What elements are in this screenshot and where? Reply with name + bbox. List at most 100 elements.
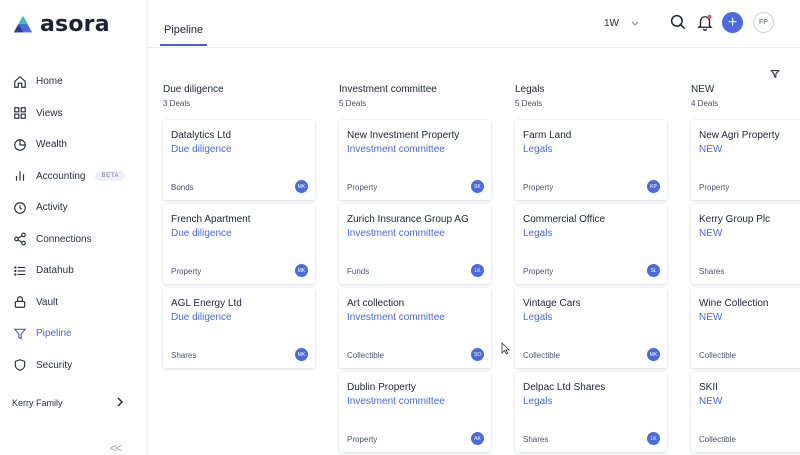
deal-type: Shares (523, 435, 549, 444)
deal-type: Collectible (699, 351, 736, 360)
deal-type: Property (171, 267, 202, 276)
notifications-button[interactable] (695, 12, 715, 32)
add-button[interactable]: + (722, 12, 743, 33)
sidebar-item-security[interactable]: Security (0, 350, 148, 382)
mouse-cursor-icon (501, 342, 510, 355)
deal-stage: Legals (523, 144, 553, 155)
sidebar-item-activity[interactable]: Activity (0, 192, 148, 224)
sidebar-nav: Home Views Wealth Accounting BETA Activi… (0, 66, 148, 381)
deal-name: AGL Energy Ltd (171, 298, 242, 309)
family-selector[interactable]: Kerry Family (12, 397, 124, 409)
deal-name: New Investment Property (347, 130, 460, 141)
deal-card[interactable]: New Investment Property Investment commi… (339, 120, 491, 200)
deal-type: Collectible (699, 435, 736, 444)
tab-pipeline[interactable]: Pipeline (160, 14, 208, 46)
pipeline-column-due-diligence: Due diligence 3 Deals Datalytics Ltd Due… (148, 84, 315, 368)
column-count: 4 Deals (691, 99, 719, 108)
bar-chart-icon (13, 169, 27, 183)
deal-name: French Apartment (171, 214, 251, 225)
filter-button[interactable] (770, 66, 780, 84)
filter-icon (770, 70, 780, 79)
user-avatar[interactable]: FP (753, 12, 774, 33)
deal-stage: Legals (523, 312, 553, 323)
sidebar-item-accounting[interactable]: Accounting BETA (0, 161, 148, 193)
grid-icon (13, 106, 27, 120)
pipeline-column-investment-committee: Investment committee 5 Deals New Investm… (324, 84, 491, 452)
deal-name: Wine Collection (699, 298, 769, 309)
period-value: 1W (604, 18, 619, 29)
deal-name: Delpac Ltd Shares (523, 382, 606, 393)
sidebar-item-pipeline[interactable]: Pipeline (0, 318, 148, 350)
owner-avatar: MK (295, 348, 308, 361)
deal-card[interactable]: Farm Land Legals Property KP (515, 120, 667, 200)
sidebar-item-home[interactable]: Home (0, 66, 148, 98)
deal-name: Kerry Group Plc (699, 214, 771, 225)
deal-stage: Due diligence (171, 228, 232, 239)
deal-card[interactable]: Dublin Property Investment committee Pro… (339, 372, 491, 452)
column-title: Investment committee (339, 84, 437, 95)
sidebar-item-vault[interactable]: Vault (0, 287, 148, 319)
pipeline-column-new: NEW 4 Deals New Agri Property NEW Proper… (676, 84, 800, 452)
sidebar-item-views[interactable]: Views (0, 98, 148, 130)
owner-avatar: AK (471, 432, 484, 445)
sidebar-item-label: Datahub (36, 265, 74, 277)
owner-avatar: KP (647, 180, 660, 193)
deal-name: SKII (699, 382, 718, 393)
deal-card[interactable]: AGL Energy Ltd Due diligence Shares MK (163, 288, 315, 368)
share-icon (13, 232, 27, 246)
deal-card[interactable]: Datalytics Ltd Due diligence Bonds MK (163, 120, 315, 200)
sidebar: asora Home Views Wealth Accounting BETA … (0, 0, 148, 455)
deal-stage: Investment committee (347, 228, 445, 239)
deal-type: Property (347, 183, 378, 192)
deal-card[interactable]: Wine Collection NEW Collectible (691, 288, 800, 368)
deal-card[interactable]: Kerry Group Plc NEW Shares (691, 204, 800, 284)
sidebar-item-label: Home (36, 76, 63, 88)
deal-card[interactable]: SKII NEW Collectible (691, 372, 800, 452)
sidebar-item-connections[interactable]: Connections (0, 224, 148, 256)
card-list: Farm Land Legals Property KP Commercial … (515, 120, 667, 455)
deal-name: Art collection (347, 298, 405, 309)
column-count: 3 Deals (163, 99, 191, 108)
deal-card[interactable]: Commercial Office Legals Property SL (515, 204, 667, 284)
period-select[interactable]: 1W (604, 18, 639, 29)
owner-avatar: LK (471, 264, 484, 277)
deal-type: Property (523, 183, 554, 192)
card-list: New Agri Property NEW Property Kerry Gro… (691, 120, 800, 455)
deal-stage: Due diligence (171, 144, 232, 155)
pipeline-board: Due diligence 3 Deals Datalytics Ltd Due… (148, 84, 800, 455)
list-icon (13, 264, 27, 278)
owner-avatar: LK (647, 432, 660, 445)
sidebar-item-label: Activity (36, 202, 68, 214)
sidebar-item-wealth[interactable]: Wealth (0, 129, 148, 161)
card-list: New Investment Property Investment commi… (339, 120, 491, 455)
app-name: asora (40, 12, 110, 37)
deal-card[interactable]: Zurich Insurance Group AG Investment com… (339, 204, 491, 284)
bell-icon (697, 14, 713, 31)
chevron-right-icon (116, 397, 124, 409)
sidebar-item-label: Views (36, 107, 63, 119)
card-list: Datalytics Ltd Due diligence Bonds MK Fr… (163, 120, 315, 372)
deal-type: Funds (347, 267, 370, 276)
deal-card[interactable]: Vintage Cars Legals Collectible MK (515, 288, 667, 368)
owner-avatar: SO (471, 348, 484, 361)
collapse-sidebar-button[interactable]: << (110, 441, 122, 455)
deal-name: Dublin Property (347, 382, 416, 393)
funnel-icon (13, 327, 27, 341)
owner-avatar: SK (471, 180, 484, 193)
deal-type: Property (523, 267, 554, 276)
home-icon (13, 75, 27, 89)
deal-stage: Investment committee (347, 396, 445, 407)
app-logo[interactable]: asora (12, 12, 110, 37)
sidebar-item-label: Vault (36, 296, 59, 308)
deal-type: Shares (699, 267, 725, 276)
deal-card[interactable]: New Agri Property NEW Property (691, 120, 800, 200)
search-button[interactable] (668, 12, 688, 32)
deal-name: Commercial Office (523, 214, 606, 225)
pie-chart-icon (13, 138, 27, 152)
column-count: 5 Deals (515, 99, 543, 108)
deal-card[interactable]: Art collection Investment committee Coll… (339, 288, 491, 368)
deal-card[interactable]: French Apartment Due diligence Property … (163, 204, 315, 284)
sidebar-item-label: Wealth (36, 139, 67, 151)
deal-card[interactable]: Delpac Ltd Shares Legals Shares LK (515, 372, 667, 452)
sidebar-item-datahub[interactable]: Datahub (0, 255, 148, 287)
